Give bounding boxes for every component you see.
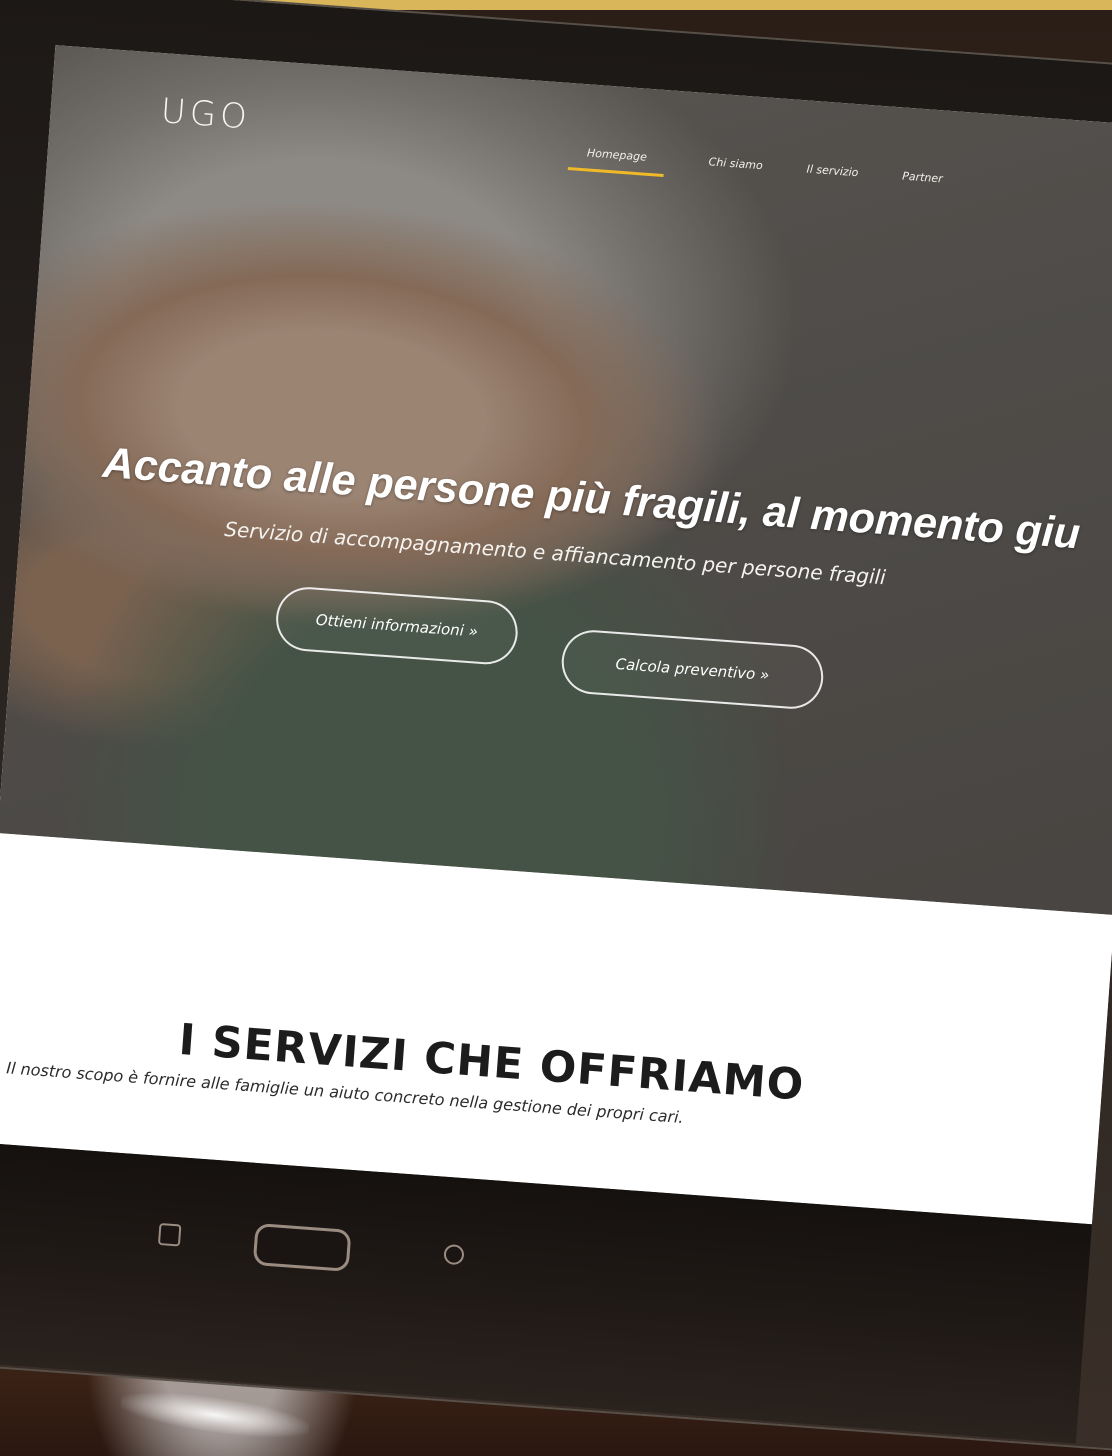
nav-item-il-servizio[interactable]: Il servizio — [805, 163, 859, 192]
hero-section: UGO Homepage Chi siamo Il servizio Partn… — [0, 45, 1112, 916]
brand-logo[interactable]: UGO — [159, 91, 252, 137]
nav-item-chi-siamo[interactable]: Chi siamo — [707, 155, 763, 184]
tablet-screen: UGO Homepage Chi siamo Il servizio Partn… — [0, 45, 1112, 1225]
tablet-device: UGO Homepage Chi siamo Il servizio Partn… — [0, 0, 1112, 1452]
back-icon[interactable] — [157, 1222, 182, 1247]
home-icon[interactable] — [252, 1222, 352, 1272]
nav-item-partner[interactable]: Partner — [901, 170, 943, 198]
table-reflection — [118, 1384, 312, 1446]
photo-scene: UGO Homepage Chi siamo Il servizio Partn… — [0, 0, 1112, 1456]
